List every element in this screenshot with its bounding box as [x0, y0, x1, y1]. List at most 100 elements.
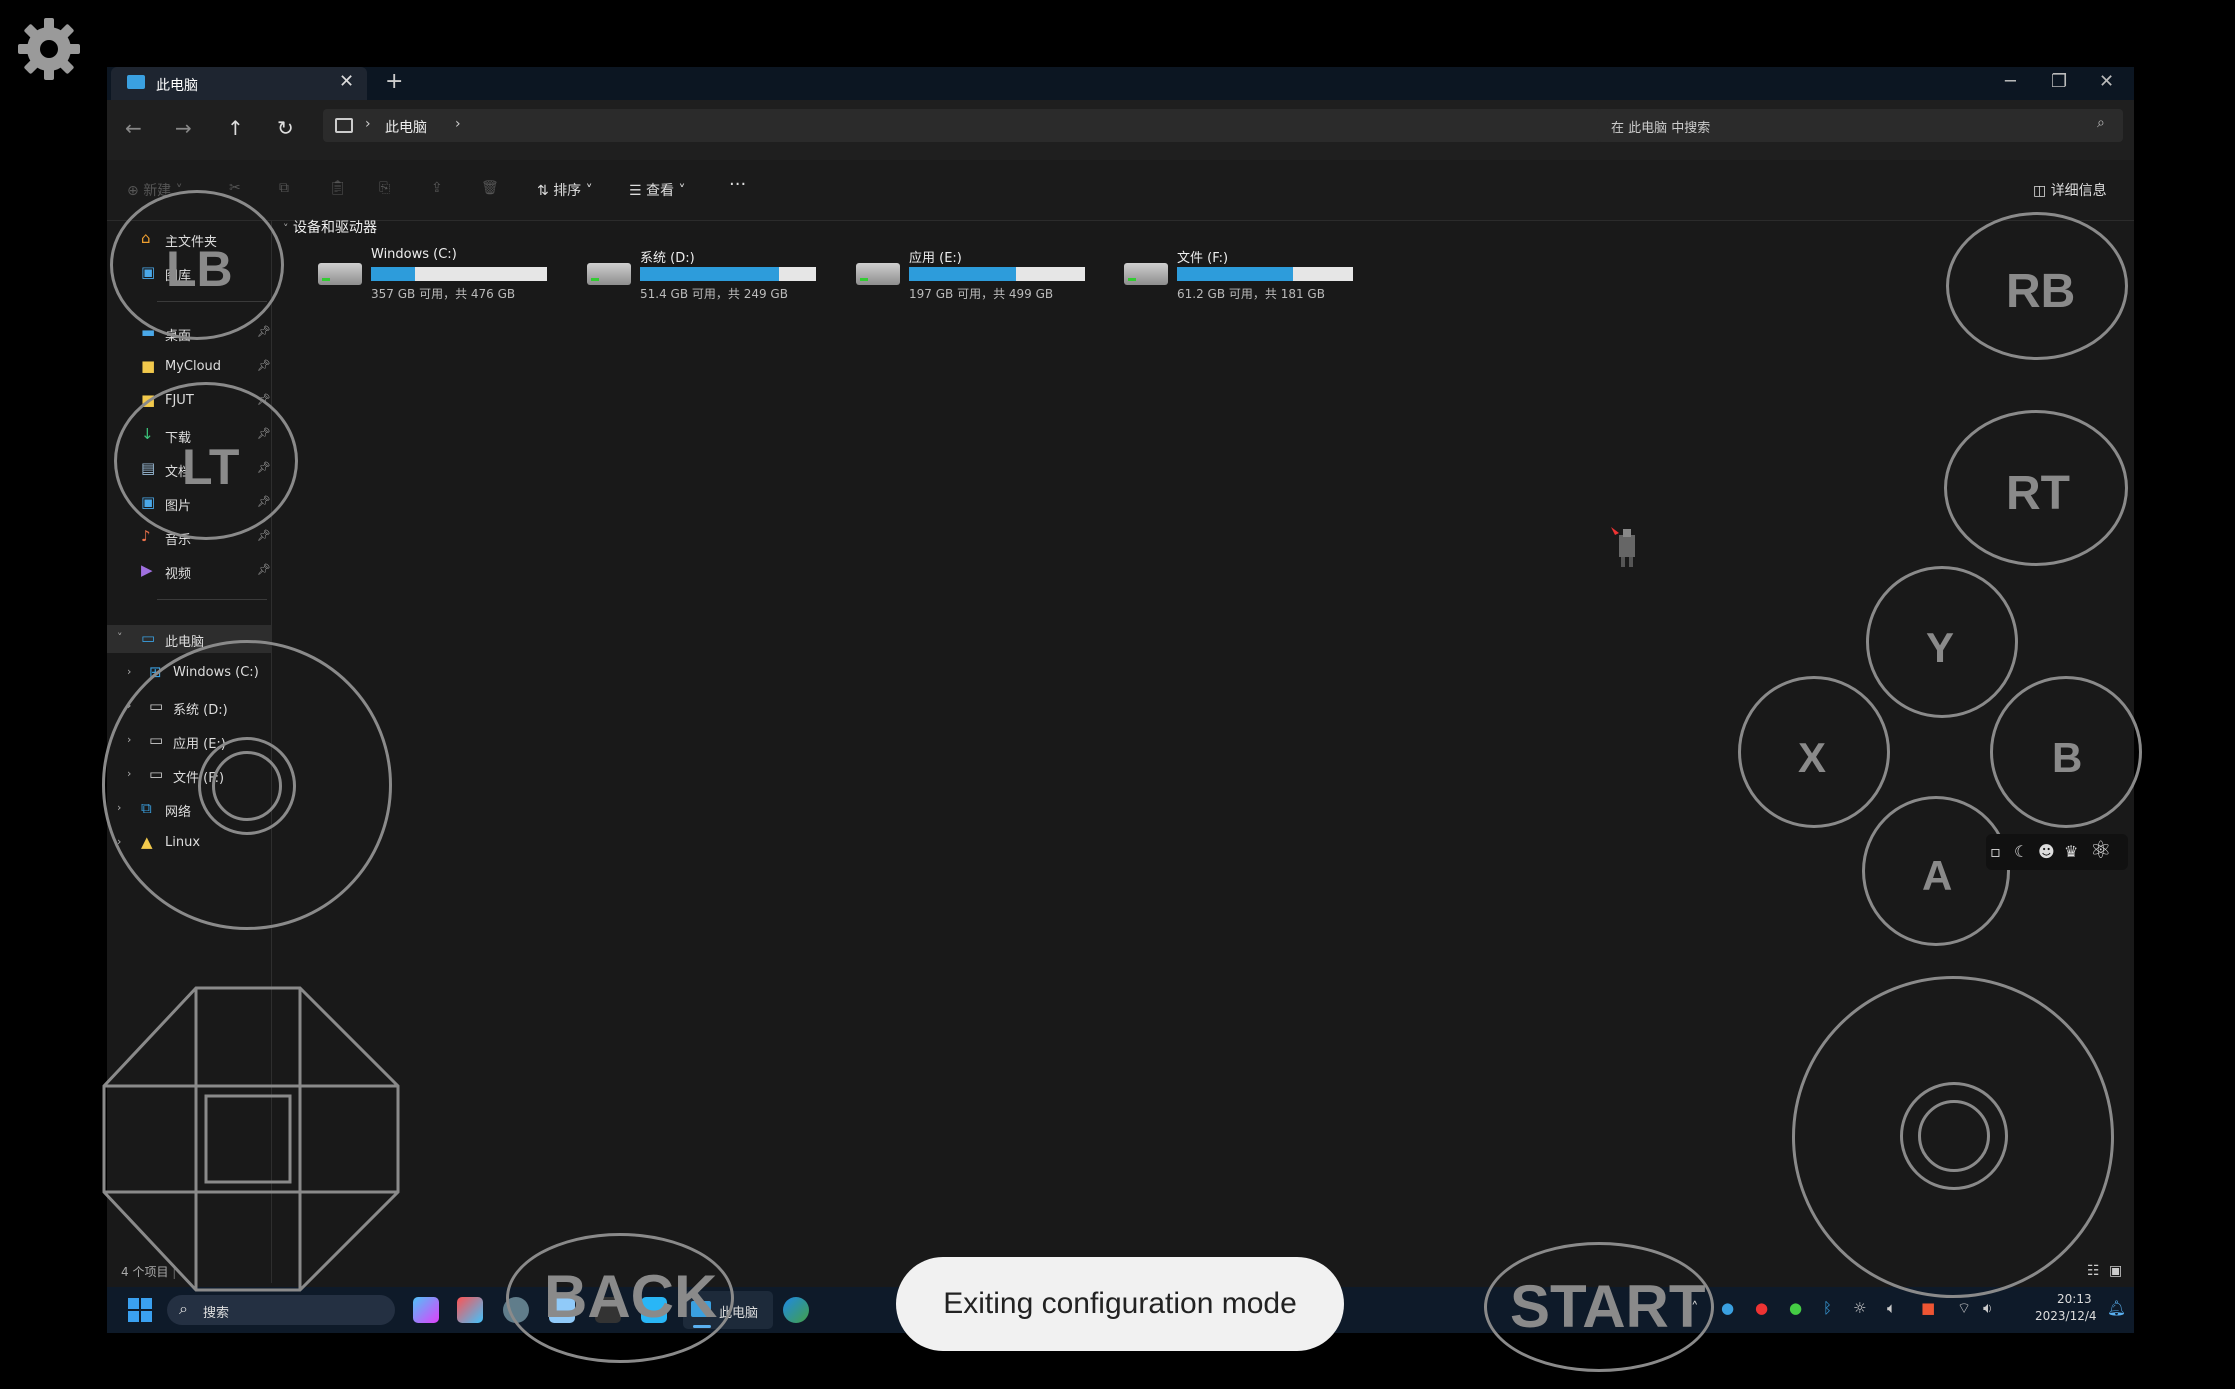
new-tab-button[interactable]: +	[385, 69, 403, 94]
back-icon[interactable]: ←	[125, 116, 142, 140]
devices-section-header[interactable]: ˅ 设备和驱动器	[283, 217, 377, 237]
paste-icon[interactable]: 📋︎	[329, 180, 347, 196]
sidebar-divider	[157, 599, 267, 600]
drive-name: Windows (C:)	[371, 247, 457, 262]
edge-browser-icon[interactable]	[783, 1297, 809, 1323]
y-label: Y	[1926, 624, 1955, 671]
tab-this-pc[interactable]: 此电脑 ✕	[111, 67, 367, 100]
pin-icon: 📌︎	[257, 359, 271, 372]
moon-icon[interactable]: ☾	[2014, 842, 2028, 861]
arc-app-icon[interactable]	[457, 1297, 483, 1323]
rename-icon[interactable]: ⎘	[379, 180, 390, 196]
cut-icon[interactable]: ✂	[229, 180, 241, 196]
drive-free-space: 357 GB 可用，共 476 GB	[371, 287, 516, 301]
command-bar: ⊕ 新建 ˅ ✂ ⧉ 📋︎ ⎘ ⇪ 🗑︎ ⇅ 排序 ˅ ☰ 查看 ˅ ··· ◫…	[107, 160, 2134, 221]
dpad[interactable]	[102, 986, 400, 1292]
pin-icon: 📌︎	[257, 529, 271, 542]
brightness-icon[interactable]: ☼	[1853, 1299, 1866, 1317]
tray-app-icon[interactable]: ■	[1921, 1299, 1935, 1317]
lb-label: LB	[166, 241, 233, 297]
computer-icon	[127, 75, 145, 89]
refresh-icon[interactable]: ↻	[277, 116, 294, 140]
drive-tile-e[interactable]: 应用 (E:) 197 GB 可用，共 499 GB	[856, 247, 1106, 303]
speaker-icon[interactable]: 🔉︎	[1983, 1299, 1992, 1317]
delete-icon[interactable]: 🗑︎	[481, 180, 499, 196]
chevron-down-icon: ˅	[117, 631, 123, 644]
clock-time[interactable]: 20:13	[2057, 1292, 2092, 1306]
drive-name: 应用 (E:)	[909, 251, 962, 266]
minimize-button[interactable]: ─	[2005, 71, 2016, 92]
x-label: X	[1798, 734, 1827, 781]
monitor-icon	[335, 118, 353, 133]
view-label: 查看	[646, 183, 675, 199]
tiles-view-icon[interactable]: ▣	[2109, 1263, 2122, 1279]
tab-close-icon[interactable]: ✕	[339, 71, 354, 92]
pin-icon: 📌︎	[257, 325, 271, 338]
config-mode-toast: Exiting configuration mode	[896, 1257, 1344, 1351]
forward-icon[interactable]: →	[175, 116, 192, 140]
drive-icon	[1124, 263, 1168, 285]
breadcrumb-chevron[interactable]: ›	[455, 116, 461, 132]
drive-usage-bar	[640, 267, 816, 281]
sidebar-item-label: 视频	[165, 567, 192, 582]
drive-tile-c[interactable]: Windows (C:) 357 GB 可用，共 476 GB	[318, 247, 568, 303]
right-joystick-knob-inner	[1918, 1100, 1990, 1172]
drive-usage-fill	[1177, 267, 1294, 281]
copilot-app-icon[interactable]	[413, 1297, 439, 1323]
search-placeholder: 在 此电脑 中搜索	[1611, 121, 1711, 136]
copy-icon[interactable]: ⧉	[279, 180, 289, 196]
user-icon[interactable]: ☻	[2038, 842, 2055, 861]
b-label: B	[2052, 734, 2083, 781]
drive-tile-f[interactable]: 文件 (F:) 61.2 GB 可用，共 181 GB	[1124, 247, 1374, 303]
computer-icon: ▭	[141, 629, 156, 647]
shirt-icon[interactable]: ♛	[2064, 842, 2078, 861]
share-icon[interactable]: ⇪	[431, 180, 443, 196]
volume-icon[interactable]: 🔈︎	[1887, 1299, 1896, 1317]
close-button[interactable]: ✕	[2099, 71, 2114, 92]
sidebar-item-label: MyCloud	[165, 359, 222, 374]
tray-app-icon[interactable]: ●	[1755, 1299, 1768, 1317]
search-icon: ⌕	[179, 1299, 188, 1318]
cursor-sprite-icon	[1609, 525, 1643, 569]
drive-usage-fill	[371, 267, 415, 281]
wifi-icon[interactable]: ⌔	[1957, 1299, 1971, 1318]
maximize-button[interactable]: ❐	[2051, 71, 2067, 92]
drive-free-space: 51.4 GB 可用，共 249 GB	[640, 287, 788, 301]
drive-usage-fill	[909, 267, 1017, 281]
windows-start-icon[interactable]	[127, 1297, 153, 1323]
overlay-toolbar[interactable]: ▫ ☾ ☻ ♛ ⚛	[1986, 834, 2128, 870]
breadcrumb-this-pc[interactable]: 此电脑	[385, 117, 427, 137]
details-view-icon[interactable]: ☷	[2087, 1263, 2100, 1279]
folder-icon: ■	[141, 357, 156, 375]
view-button[interactable]: ☰ 查看 ˅	[629, 180, 685, 200]
up-icon[interactable]: ↑	[227, 116, 244, 140]
more-options-button[interactable]: ···	[729, 174, 746, 195]
toast-message: Exiting configuration mode	[943, 1287, 1297, 1320]
chevron-down-icon: ˅	[283, 222, 289, 235]
sidebar-item-videos[interactable]: ▶ 视频 📌︎	[107, 557, 271, 585]
left-joystick-knob-inner	[212, 751, 282, 821]
taskbar-search[interactable]: ⌕ 搜索	[167, 1295, 395, 1325]
atom-icon[interactable]: ⚛	[2090, 836, 2112, 864]
notification-bell-icon[interactable]: 🔔︎	[2107, 1299, 2126, 1317]
drive-usage-fill	[640, 267, 780, 281]
tray-app-icon[interactable]: ●	[1789, 1299, 1802, 1317]
details-button[interactable]: ◫ 详细信息	[2033, 180, 2107, 200]
sort-button[interactable]: ⇅ 排序 ˅	[537, 180, 593, 200]
bluetooth-icon[interactable]: ᛒ	[1823, 1299, 1832, 1317]
settings-gear-icon[interactable]	[14, 14, 84, 84]
music-icon: ♪	[141, 527, 151, 545]
a-label: A	[1922, 852, 1953, 899]
sidebar-item-mycloud[interactable]: ■ MyCloud 📌︎	[107, 353, 271, 381]
tray-app-icon[interactable]: ●	[1721, 1299, 1734, 1317]
drive-tile-d[interactable]: 系统 (D:) 51.4 GB 可用，共 249 GB	[587, 247, 837, 303]
details-label: 详细信息	[2050, 183, 2107, 199]
taskbar-search-label: 搜索	[203, 1306, 230, 1321]
video-icon: ▶	[141, 561, 153, 579]
search-box[interactable]: 在 此电脑 中搜索 ⌕	[1597, 109, 2123, 142]
clock-date[interactable]: 2023/12/4	[2035, 1309, 2097, 1323]
window-icon[interactable]: ▫	[1990, 842, 2001, 861]
drive-icon	[587, 263, 631, 285]
address-bar[interactable]: › 此电脑 ›	[323, 109, 1693, 142]
back-label: BACK	[544, 1263, 718, 1330]
